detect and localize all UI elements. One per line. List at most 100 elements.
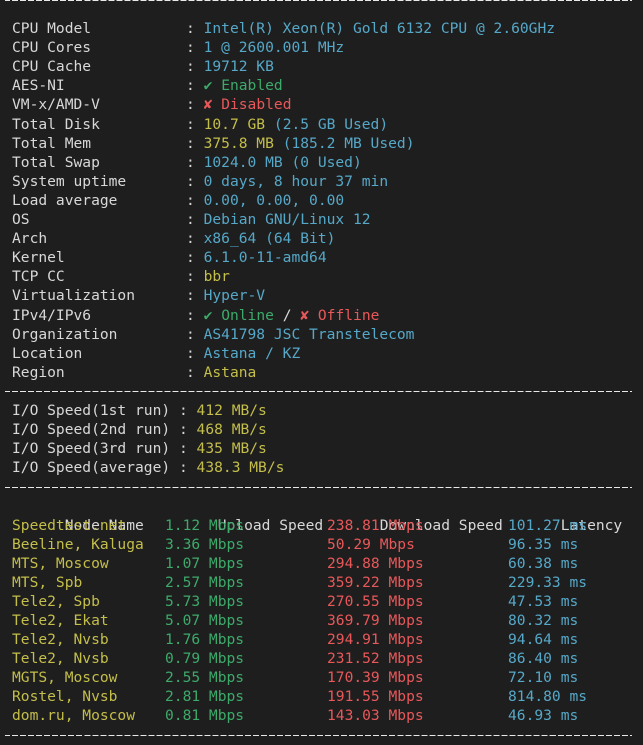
- colon: :: [178, 459, 188, 477]
- info-value: 0.00, 0.00, 0.00: [203, 191, 345, 209]
- node-name: Beeline, Kaluga: [12, 535, 144, 553]
- colon: :: [186, 287, 195, 305]
- info-row: Load average: 0.00, 0.00, 0.00: [12, 191, 643, 210]
- info-label: System uptime: [12, 172, 127, 190]
- upload-speed: 2.57 Mbps: [165, 573, 245, 591]
- upload-speed: 5.07 Mbps: [165, 612, 245, 629]
- download-speed: 359.22 Mbps: [327, 573, 424, 591]
- io-speed-row: I/O Speed(average) : 438.3 MB/s: [12, 458, 643, 477]
- info-row: CPU Cache: 19712 KB: [12, 57, 643, 76]
- upload-speed: 1.12 Mbps: [165, 516, 245, 534]
- download-speed: 238.81 Mbps: [327, 516, 424, 534]
- speedtest-row: Tele2, Nvsb 1.76 Mbps 294.91 Mbps 94.64 ms: [12, 630, 643, 649]
- info-row: AES-NI: ✔ Enabled: [12, 76, 643, 95]
- node-name: Rostel, Nvsb: [12, 688, 118, 706]
- info-value: x86_64 (64 Bit): [203, 230, 336, 248]
- colon: :: [186, 77, 195, 95]
- download-speed: 50.29 Mbps: [327, 535, 415, 553]
- info-value: Disabled: [221, 96, 292, 114]
- speedtest-row: Tele2, Spb 5.73 Mbps 270.55 Mbps 47.53 ms: [12, 592, 643, 611]
- info-row: CPU Cores: 1 @ 2600.001 MHz: [12, 38, 643, 57]
- info-value: Intel(R) Xeon(R) Gold 6132 CPU @ 2.60GHz: [203, 20, 556, 38]
- io-label: I/O Speed(1st run): [12, 401, 171, 419]
- io-speed-row: I/O Speed(3rd run) : 435 MB/s: [12, 439, 643, 458]
- info-row: Region: Astana: [12, 363, 643, 382]
- info-row: VM-x/AMD-V: ✘ Disabled: [12, 95, 643, 114]
- latency: 80.32 ms: [508, 612, 579, 629]
- download-speed: 369.79 Mbps: [327, 612, 424, 629]
- latency: 72.10 ms: [508, 669, 579, 687]
- separator-io: [5, 382, 643, 401]
- io-label: I/O Speed(average): [12, 459, 171, 477]
- info-label: Location: [12, 344, 83, 362]
- info-value: 0 days, 8 hour 37 min: [203, 172, 389, 190]
- info-label: Load average: [12, 191, 118, 209]
- colon: :: [178, 421, 188, 439]
- upload-speed: 2.55 Mbps: [165, 669, 245, 687]
- upload-speed: 5.73 Mbps: [165, 592, 245, 610]
- download-speed: 143.03 Mbps: [327, 707, 424, 725]
- io-value: 412 MB/s: [196, 401, 267, 419]
- info-label: Arch: [12, 230, 48, 248]
- info-value: 1024.0 MB (0 Used): [203, 153, 362, 171]
- info-label: Kernel: [12, 249, 65, 267]
- cross-icon: ✘: [300, 306, 310, 324]
- info-row: OS: Debian GNU/Linux 12: [12, 210, 643, 229]
- info-row: Location: Astana / KZ: [12, 344, 643, 363]
- colon: :: [186, 249, 195, 267]
- speedtest-row: dom.ru, Moscow 0.81 Mbps 143.03 Mbps 46.93 …: [12, 706, 643, 725]
- io-value: 468 MB/s: [196, 421, 267, 439]
- download-speed: 294.88 Mbps: [327, 554, 424, 572]
- upload-speed: 0.81 Mbps: [165, 707, 245, 725]
- check-icon: ✔: [203, 77, 213, 95]
- info-row: Total Disk: 10.7 GB (2.5 GB Used): [12, 115, 643, 134]
- info-label: Organization: [12, 325, 118, 343]
- info-row: IPv4/IPv6: ✔ Online / ✘ Offline: [12, 306, 643, 325]
- speedtest-row: Rostel, Nvsb 2.81 Mbps 191.55 Mbps 814.80 m…: [12, 687, 643, 706]
- download-speed: 170.39 Mbps: [327, 669, 424, 687]
- info-value: Enabled: [221, 77, 283, 95]
- node-name: MTS, Spb: [12, 573, 83, 591]
- colon: :: [186, 268, 195, 286]
- colon: :: [186, 39, 195, 57]
- info-row: Total Swap: 1024.0 MB (0 Used): [12, 153, 643, 172]
- io-speed-row: I/O Speed(2nd run) : 468 MB/s: [12, 420, 643, 439]
- colon: :: [186, 344, 195, 362]
- upload-speed: 0.79 Mbps: [165, 650, 245, 668]
- ipv4-status: Online: [221, 306, 274, 324]
- info-value: 6.1.0-11-amd64: [203, 249, 327, 267]
- latency: 86.40 ms: [508, 650, 579, 668]
- info-label: Total Mem: [12, 134, 92, 152]
- speedtest-row: Tele2, Ekat 5.07 Mbps 369.79 Mbps 80.32 ms: [12, 611, 643, 630]
- colon: :: [186, 230, 195, 248]
- node-name: MTS, Moscow: [12, 554, 109, 572]
- info-value: Astana: [203, 363, 257, 381]
- separator-speedtest: [5, 477, 643, 496]
- colon: :: [186, 96, 195, 114]
- check-icon: ✔: [203, 306, 213, 324]
- speedtest-row: Beeline, Kaluga 3.36 Mbps 50.29 Mbps 96.35 …: [12, 535, 643, 554]
- latency: 46.93 ms: [508, 707, 579, 725]
- info-label: Total Disk: [12, 115, 100, 133]
- colon: :: [186, 153, 195, 171]
- speedtest-header-row: Node Name Upload Speed Download Speed Laten…: [12, 496, 643, 534]
- latency: 101.27 ms: [508, 516, 588, 534]
- info-label: CPU Cores: [12, 39, 92, 57]
- info-row: Virtualization: Hyper-V: [12, 286, 643, 305]
- colon: :: [186, 325, 195, 343]
- speedtest-row: MTS, Spb 2.57 Mbps 359.22 Mbps 229.33 ms: [12, 573, 643, 592]
- info-value: Debian GNU/Linux 12: [203, 211, 371, 229]
- colon: :: [178, 440, 188, 458]
- latency: 814.80 ms: [508, 688, 588, 706]
- speedtest-row: Tele2, Nvsb 0.79 Mbps 231.52 Mbps 86.40 ms: [12, 649, 643, 668]
- info-value-extra: (2.5 GB Used): [273, 115, 389, 133]
- node-name: dom.ru, Moscow: [12, 707, 136, 725]
- latency: 229.33 ms: [508, 573, 588, 591]
- info-value: 375.8 MB: [203, 134, 274, 152]
- download-speed: 270.55 Mbps: [327, 592, 424, 610]
- info-row: Arch: x86_64 (64 Bit): [12, 229, 643, 248]
- info-label: OS: [12, 211, 30, 229]
- upload-speed: 2.81 Mbps: [165, 688, 245, 706]
- info-value: 1 @ 2600.001 MHz: [203, 39, 345, 57]
- colon: :: [186, 20, 195, 38]
